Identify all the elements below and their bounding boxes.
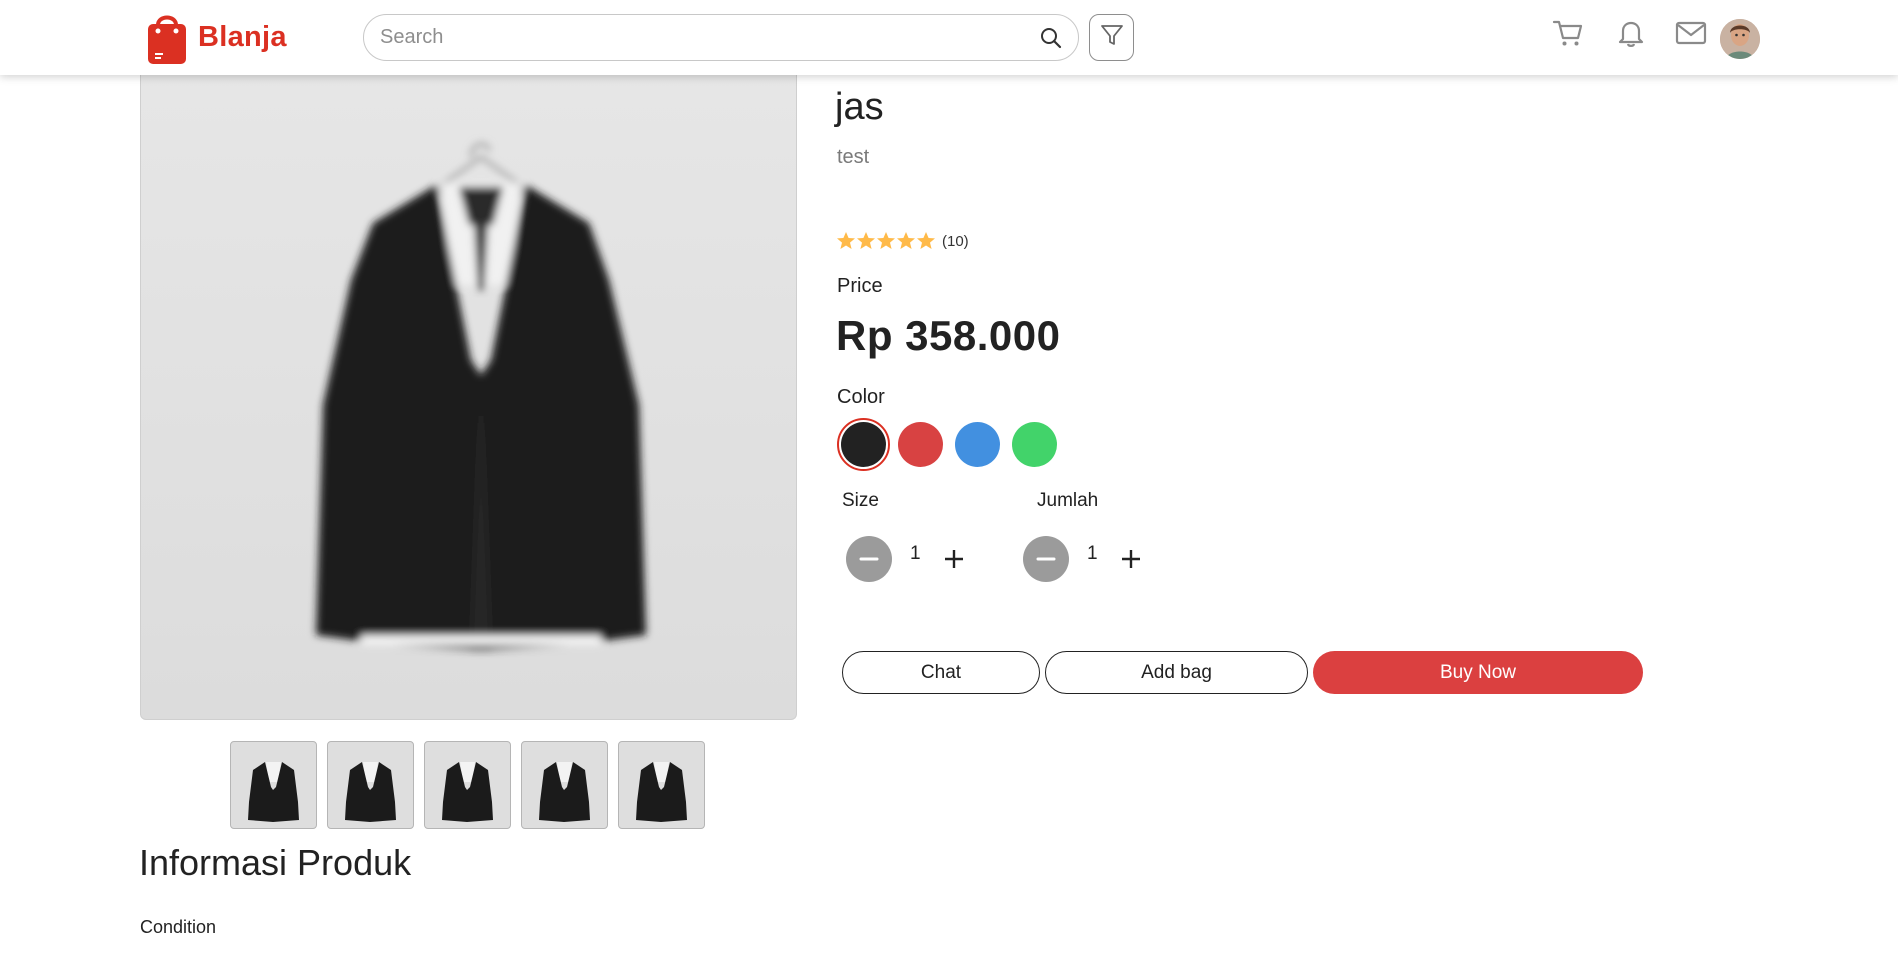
thumbnail[interactable]	[327, 741, 414, 829]
top-navbar: Blanja	[0, 0, 1898, 75]
star-icon	[917, 232, 935, 249]
thumbnail-strip	[230, 741, 705, 829]
product-main-image[interactable]	[140, 75, 797, 720]
size-stepper: 1	[846, 536, 969, 582]
color-swatch-blue[interactable]	[951, 418, 1004, 471]
search-bar	[363, 14, 1079, 61]
product-brand: test	[837, 146, 870, 168]
quantity-stepper: 1	[1023, 536, 1146, 582]
color-swatch-black[interactable]	[837, 418, 890, 471]
quantity-decrement-button[interactable]	[1023, 536, 1069, 582]
rating: (10)	[836, 231, 969, 251]
size-label: Size	[842, 490, 879, 511]
quantity-value: 1	[1087, 543, 1098, 564]
user-avatar[interactable]	[1720, 19, 1760, 59]
star-icon	[857, 232, 875, 249]
buy-now-button[interactable]: Buy Now	[1313, 651, 1643, 694]
mail-icon[interactable]	[1674, 16, 1708, 50]
filter-button[interactable]	[1089, 14, 1134, 61]
thumbnail[interactable]	[424, 741, 511, 829]
color-swatch-green[interactable]	[1008, 418, 1061, 471]
brand-name: Blanja	[198, 20, 287, 53]
color-label: Color	[837, 386, 885, 408]
product-info-heading: Informasi Produk	[139, 842, 412, 883]
search-icon[interactable]	[1038, 25, 1064, 51]
thumbnail[interactable]	[521, 741, 608, 829]
shopping-bag-logo-icon	[146, 9, 188, 65]
quantity-label: Jumlah	[1037, 490, 1099, 511]
plus-icon	[944, 550, 963, 568]
minus-icon	[1036, 557, 1056, 561]
size-increment-button[interactable]	[939, 544, 969, 574]
price-label: Price	[837, 275, 883, 297]
color-swatches	[837, 418, 1061, 471]
color-swatch-red[interactable]	[894, 418, 947, 471]
star-icon	[837, 232, 855, 249]
condition-label: Condition	[140, 917, 217, 937]
thumbnail[interactable]	[230, 741, 317, 829]
cart-icon[interactable]	[1551, 16, 1585, 50]
product-name: jas	[835, 86, 884, 128]
price-value: Rp 358.000	[836, 312, 1061, 359]
minus-icon	[859, 557, 879, 561]
bell-icon[interactable]	[1614, 16, 1648, 50]
size-value: 1	[910, 543, 921, 564]
filter-icon	[1099, 22, 1125, 53]
logo[interactable]: Blanja	[146, 9, 287, 65]
search-input[interactable]	[380, 26, 1038, 49]
size-decrement-button[interactable]	[846, 536, 892, 582]
add-bag-button[interactable]: Add bag	[1045, 651, 1308, 694]
thumbnail[interactable]	[618, 741, 705, 829]
star-icon	[877, 232, 895, 249]
rating-count: (10)	[942, 232, 969, 250]
chat-button[interactable]: Chat	[842, 651, 1040, 694]
star-icon	[897, 232, 915, 249]
plus-icon	[1121, 550, 1140, 568]
quantity-increment-button[interactable]	[1116, 544, 1146, 574]
